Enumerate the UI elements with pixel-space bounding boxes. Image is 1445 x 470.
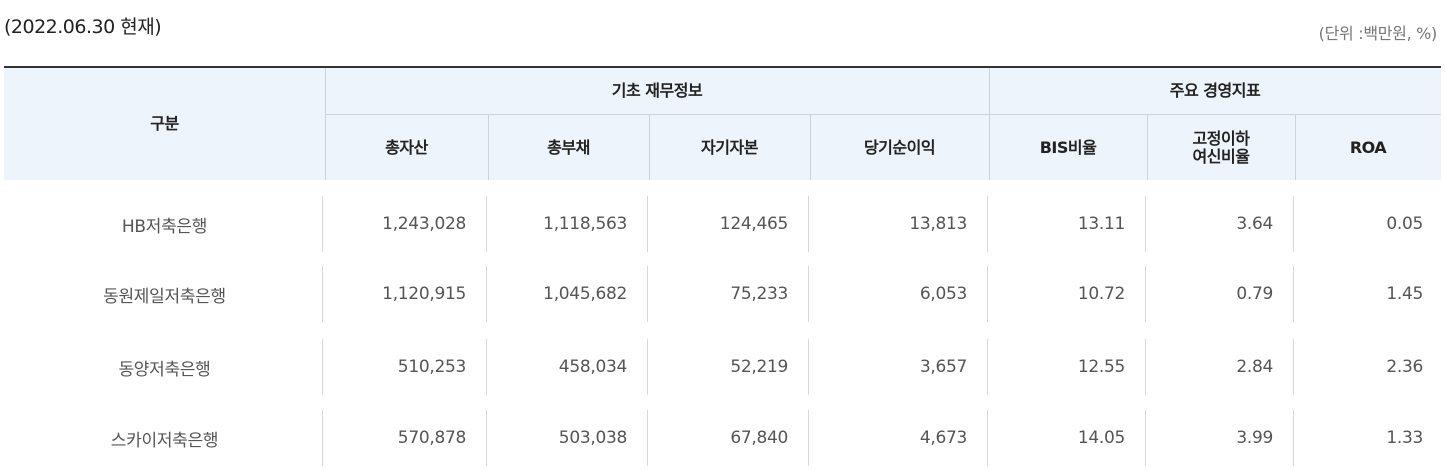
cell-npl: 3.64 (1236, 214, 1273, 234)
header-npl-line2: 여신비율 (1192, 146, 1250, 166)
row-divider (322, 266, 323, 322)
cell-total-assets: 1,243,028 (382, 214, 466, 234)
cell-roa: 1.45 (1386, 284, 1423, 304)
cell-total-liabilities: 503,038 (558, 428, 628, 448)
header-total-assets: 총자산 (385, 137, 428, 157)
cell-bis: 12.55 (1077, 357, 1125, 377)
cell-equity: 52,219 (730, 357, 788, 377)
row-divider (647, 339, 648, 395)
header-group-key: 주요 경영지표 (1169, 81, 1261, 100)
cell-equity: 124,465 (719, 214, 789, 234)
cell-net-income: 13,813 (909, 214, 967, 234)
row-divider (486, 339, 487, 395)
cell-bis: 14.05 (1077, 428, 1125, 448)
bank-name: 스카이저축은행 (110, 430, 219, 451)
row-divider (808, 196, 809, 252)
row-divider (1293, 339, 1294, 395)
cell-equity: 67,840 (730, 428, 788, 448)
row-divider (486, 266, 487, 322)
row-divider (486, 196, 487, 252)
header-group-basic: 기초 재무정보 (611, 81, 703, 100)
cell-bis: 10.72 (1077, 284, 1125, 304)
header-category: 구분 (150, 114, 179, 133)
header-total-liabilities: 총부채 (547, 137, 590, 157)
cell-npl: 0.79 (1236, 284, 1273, 304)
row-divider (322, 339, 323, 395)
row-divider (1293, 410, 1294, 466)
bank-name: 동원제일저축은행 (103, 286, 226, 307)
row-divider (1145, 266, 1146, 322)
table-row: 동양저축은행 510,253 458,034 52,219 3,657 12.5… (4, 335, 1441, 399)
cell-net-income: 3,657 (919, 357, 967, 377)
table-row: 스카이저축은행 570,878 503,038 67,840 4,673 14.… (4, 406, 1441, 470)
date-note: (2022.06.30 현재) (4, 16, 162, 38)
cell-npl: 3.99 (1236, 428, 1273, 448)
bank-name: 동양저축은행 (118, 359, 211, 380)
row-divider (987, 410, 988, 466)
row-divider (647, 410, 648, 466)
row-divider (1145, 410, 1146, 466)
cell-total-assets: 1,120,915 (382, 284, 466, 304)
header-npl-line1: 고정이하 (1192, 128, 1250, 148)
cell-bis: 13.11 (1077, 214, 1125, 234)
cell-roa: 0.05 (1386, 214, 1423, 234)
row-divider (987, 266, 988, 322)
row-divider (808, 266, 809, 322)
cell-equity: 75,233 (730, 284, 788, 304)
unit-note: (단위 :백만원, %) (1318, 24, 1438, 43)
cell-net-income: 6,053 (919, 284, 967, 304)
header-npl: 고정이하 여신비율 (1147, 115, 1295, 180)
header-net-income: 당기순이익 (863, 137, 936, 157)
cell-total-liabilities: 458,034 (558, 357, 628, 377)
row-divider (808, 410, 809, 466)
header-equity: 자기자본 (701, 137, 758, 157)
cell-roa: 1.33 (1386, 428, 1423, 448)
row-divider (486, 410, 487, 466)
cell-npl: 2.84 (1236, 357, 1273, 377)
row-divider (1145, 339, 1146, 395)
table-row: 동원제일저축은행 1,120,915 1,045,682 75,233 6,05… (4, 262, 1441, 326)
row-divider (647, 266, 648, 322)
row-divider (1293, 266, 1294, 322)
row-divider (987, 196, 988, 252)
row-divider (647, 196, 648, 252)
cell-net-income: 4,673 (919, 428, 967, 448)
table-row: HB저축은행 1,243,028 1,118,563 124,465 13,81… (4, 192, 1441, 256)
row-divider (987, 339, 988, 395)
table-header: 구분 기초 재무정보 주요 경영지표 총자산 총부채 자기자본 당기순이익 BI… (4, 68, 1441, 180)
cell-total-liabilities: 1,045,682 (543, 284, 627, 304)
row-divider (1145, 196, 1146, 252)
header-roa: ROA (1349, 137, 1387, 157)
row-divider (808, 339, 809, 395)
row-divider (322, 410, 323, 466)
header-bis: BIS비율 (1039, 137, 1097, 157)
cell-total-assets: 570,878 (397, 428, 467, 448)
bank-name: HB저축은행 (121, 216, 208, 237)
row-divider (1293, 196, 1294, 252)
cell-total-assets: 510,253 (397, 357, 467, 377)
row-divider (322, 196, 323, 252)
cell-total-liabilities: 1,118,563 (543, 214, 627, 234)
cell-roa: 2.36 (1386, 357, 1423, 377)
